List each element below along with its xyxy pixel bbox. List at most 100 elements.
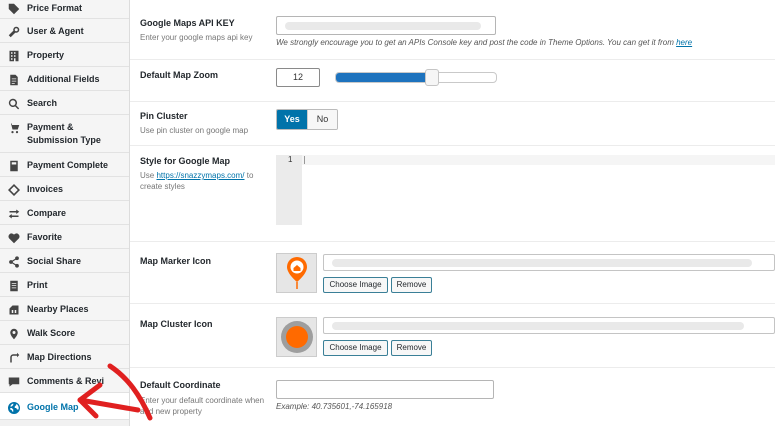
heart-icon [7, 231, 21, 245]
cluster-icon-preview [276, 317, 317, 357]
sidebar-item-map-directions[interactable]: Map Directions [0, 345, 129, 369]
zoom-level-input[interactable]: 12 [276, 68, 320, 87]
sidebar-item-property[interactable]: Property [0, 43, 129, 67]
search-icon [7, 97, 21, 111]
sidebar-item-additional-fields[interactable]: Additional Fields [0, 67, 129, 91]
setting-row-marker-icon: Map Marker Icon Choose Image Remove [130, 242, 775, 304]
sidebar-item-price-format[interactable]: Price Format [0, 0, 129, 19]
setting-description: Use pin cluster on google map [140, 126, 249, 135]
sidebar-item-label: Compare [27, 208, 67, 218]
sidebar-item-favorite[interactable]: Favorite [0, 225, 129, 249]
location-pin-icon [7, 327, 21, 341]
setting-row-default-coordinate: Default Coordinate Enter your default co… [130, 368, 775, 426]
globe-icon [7, 401, 21, 415]
sidebar-item-label: Favorite [27, 232, 63, 242]
sidebar-item-compare[interactable]: Compare [0, 201, 129, 225]
setting-title: Style for Google Map [140, 156, 231, 166]
setting-row-api-key: Google Maps API KEY Enter your google ma… [130, 0, 775, 60]
pin-cluster-yes-button[interactable]: Yes [277, 110, 307, 129]
page-icon [7, 159, 21, 173]
cluster-circle-icon [280, 321, 313, 353]
cluster-choose-image-button[interactable]: Choose Image [323, 340, 388, 356]
sidebar-item-nearby-places[interactable]: Nearby Places [0, 297, 129, 321]
setting-title: Map Cluster Icon [140, 319, 213, 329]
map-style-code-editor[interactable]: 1 [276, 155, 775, 225]
pin-cluster-toggle: Yes No [276, 109, 338, 130]
setting-description: Enter your default coordinate when add n… [140, 396, 265, 416]
zoom-slider-handle[interactable] [425, 69, 439, 86]
tag-icon [7, 2, 21, 16]
marker-icon-url-input[interactable] [323, 254, 775, 271]
coordinate-example: Example: 40.735601,-74.165918 [276, 402, 393, 411]
sidebar-item-label: Search [27, 98, 58, 108]
editor-gutter [276, 155, 302, 225]
comment-icon [7, 375, 21, 389]
settings-sidebar: Price Format User & Agent Property Addit… [0, 0, 130, 426]
setting-description: Enter your google maps api key [140, 33, 253, 42]
default-coordinate-input[interactable] [276, 380, 494, 399]
masked-value [332, 259, 752, 267]
sidebar-item-comments-reviews[interactable]: Comments & Revi [0, 369, 129, 393]
zoom-slider[interactable] [335, 72, 497, 83]
building-icon [7, 49, 21, 63]
setting-description: Use https://snazzymaps.com/ to create st… [140, 170, 265, 192]
sidebar-item-payment-submission[interactable]: Payment & Submission Type [0, 115, 129, 153]
text-caret [304, 156, 305, 164]
snazzymaps-link[interactable]: https://snazzymaps.com/ [156, 171, 244, 180]
api-console-link[interactable]: here [676, 38, 692, 47]
map-settings-panel: Google Maps API KEY Enter your google ma… [130, 0, 775, 426]
sidebar-item-walk-score[interactable]: Walk Score [0, 321, 129, 345]
sidebar-item-label: Nearby Places [27, 304, 89, 314]
marker-remove-button[interactable]: Remove [391, 277, 432, 293]
hint-text: We strongly encourage you to get an APIs… [276, 38, 674, 47]
sidebar-item-label: Price Format [27, 3, 83, 13]
sidebar-item-label: Print [27, 280, 48, 290]
setting-row-pin-cluster: Pin Cluster Use pin cluster on google ma… [130, 102, 775, 146]
setting-row-cluster-icon: Map Cluster Icon Choose Image Remove [130, 304, 775, 368]
setting-title: Map Marker Icon [140, 256, 212, 266]
document-icon [7, 73, 21, 87]
share-icon [7, 255, 21, 269]
active-line [302, 155, 775, 165]
redo-arrow-icon [7, 351, 21, 365]
sidebar-item-label: Invoices [27, 184, 64, 194]
setting-title: Default Coordinate [140, 380, 221, 390]
marker-icon-preview [276, 253, 317, 293]
api-key-hint: We strongly encourage you to get an APIs… [276, 38, 692, 47]
sidebar-item-user-agent[interactable]: User & Agent [0, 19, 129, 43]
sidebar-item-label: Map Directions [27, 352, 92, 362]
setting-title: Pin Cluster [140, 111, 188, 121]
nearby-icon [7, 303, 21, 317]
sidebar-item-social-share[interactable]: Social Share [0, 249, 129, 273]
sidebar-item-print[interactable]: Print [0, 273, 129, 297]
sidebar-item-label: Payment Complete [27, 160, 109, 170]
sidebar-item-label: Additional Fields [27, 74, 100, 84]
marker-choose-image-button[interactable]: Choose Image [323, 277, 388, 293]
sidebar-item-label: Walk Score [27, 328, 76, 338]
api-key-input[interactable] [276, 16, 496, 35]
print-icon [7, 279, 21, 293]
masked-value [285, 22, 481, 30]
desc-prefix: Use [140, 171, 155, 180]
sidebar-item-label: Payment & Submission Type [27, 122, 101, 145]
sidebar-item-search[interactable]: Search [0, 91, 129, 115]
wrench-icon [7, 25, 21, 39]
cart-icon [7, 121, 21, 135]
sidebar-item-invoices[interactable]: Invoices [0, 177, 129, 201]
sidebar-item-label: Property [27, 50, 65, 60]
sidebar-item-payment-complete[interactable]: Payment Complete [0, 153, 129, 177]
setting-row-zoom: Default Map Zoom 12 [130, 60, 775, 102]
cluster-remove-button[interactable]: Remove [391, 340, 432, 356]
sidebar-item-label: Google Map [27, 402, 79, 412]
compare-icon [7, 207, 21, 221]
sidebar-item-label: Social Share [27, 256, 82, 266]
setting-title: Google Maps API KEY [140, 18, 235, 28]
sidebar-item-google-map[interactable]: Google Map [0, 393, 129, 420]
setting-title: Default Map Zoom [140, 70, 218, 80]
invoice-icon [7, 183, 21, 197]
line-number: 1 [288, 155, 293, 164]
cluster-icon-url-input[interactable] [323, 317, 775, 334]
pin-cluster-no-button[interactable]: No [307, 110, 337, 129]
marker-pin-icon [286, 257, 307, 289]
zoom-slider-fill [336, 73, 433, 82]
